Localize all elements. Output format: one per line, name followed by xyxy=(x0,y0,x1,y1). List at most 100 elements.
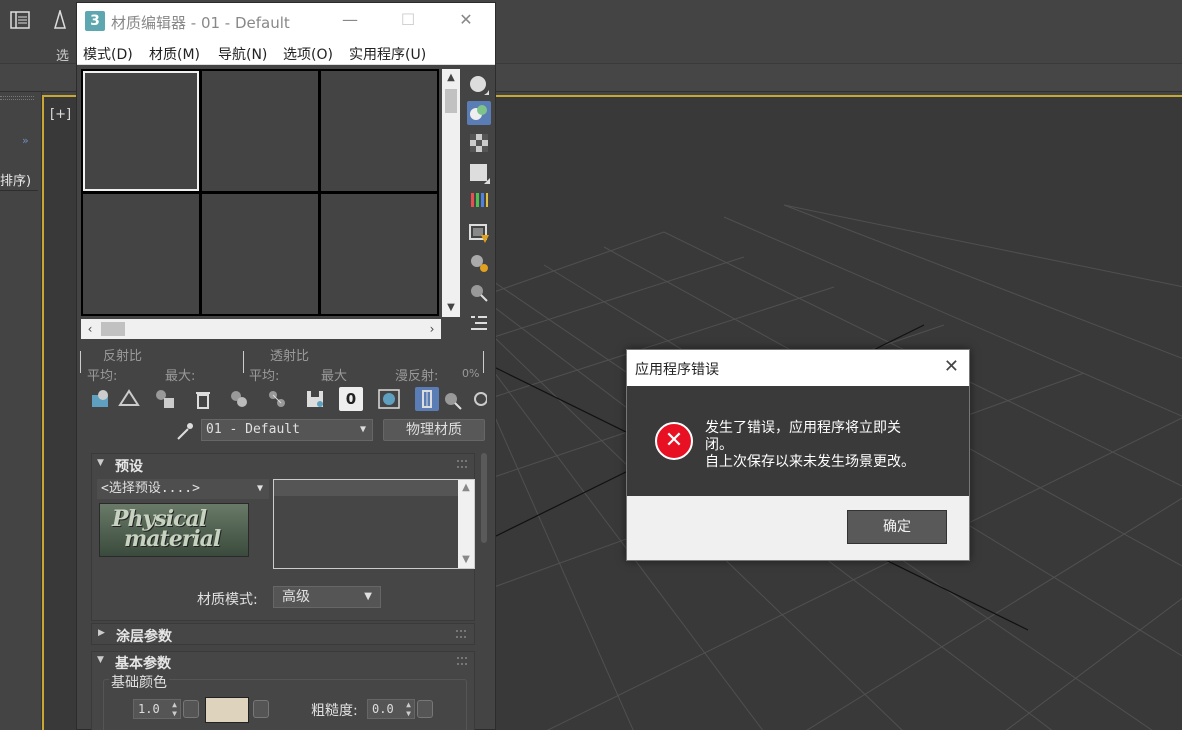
scroll-up-icon[interactable]: ▲ xyxy=(458,480,474,496)
material-name-dropdown[interactable]: 01 - Default ▼ xyxy=(201,419,373,441)
rollout-grip-icon[interactable] xyxy=(457,657,467,665)
reflectance-stats: 反射比 透射比 平均: 最大: 平均: 最大 漫反射: 0% xyxy=(77,345,495,385)
go-to-parent-icon[interactable] xyxy=(441,387,465,411)
sample-slot-5[interactable] xyxy=(202,194,318,314)
sample-slot-6[interactable] xyxy=(321,194,437,314)
get-material-icon[interactable] xyxy=(89,387,113,411)
material-id-channel-button[interactable]: 0 xyxy=(339,387,363,411)
menu-options[interactable]: 选项(O) xyxy=(283,44,333,64)
menu-mode[interactable]: 模式(D) xyxy=(83,44,133,64)
scroll-thumb[interactable] xyxy=(481,453,487,543)
make-unique-icon[interactable] xyxy=(265,387,289,411)
spinner-arrows-icon[interactable]: ▲ ▼ xyxy=(172,700,177,718)
put-to-library-icon[interactable] xyxy=(303,387,327,411)
scroll-thumb[interactable] xyxy=(445,89,457,113)
base-color-swatch[interactable] xyxy=(205,697,249,723)
material-name-value: 01 - Default xyxy=(206,422,300,437)
scene-explorer-icon[interactable] xyxy=(10,10,30,30)
rollout-grip-icon[interactable] xyxy=(456,630,466,638)
material-map-navigator-icon[interactable] xyxy=(467,311,491,335)
sample-slot-2[interactable] xyxy=(202,71,318,191)
sample-type-sphere-icon[interactable] xyxy=(467,73,491,97)
scroll-up-icon[interactable]: ▲ xyxy=(442,69,460,87)
assign-material-icon[interactable] xyxy=(153,387,177,411)
show-shaded-material-icon[interactable] xyxy=(377,387,401,411)
show-end-result-icon[interactable] xyxy=(415,387,439,411)
select-by-material-icon[interactable] xyxy=(467,281,491,305)
spinner-arrows-icon[interactable]: ▲ ▼ xyxy=(406,700,411,718)
sample-slot-1[interactable] xyxy=(83,71,199,191)
go-forward-to-sibling-icon[interactable] xyxy=(469,387,487,411)
scroll-right-icon[interactable]: › xyxy=(423,319,441,339)
coating-rollout-title: 涂层参数 xyxy=(116,629,172,645)
preset-list-scrollbar[interactable]: ▲ ▼ xyxy=(458,480,474,568)
basic-params-rollout-header[interactable]: ▼ 基本参数 xyxy=(91,651,475,673)
divider xyxy=(80,351,81,373)
slots-vertical-scrollbar[interactable]: ▲ ▼ xyxy=(442,69,460,317)
sample-uv-tiling-icon[interactable] xyxy=(467,161,491,185)
menu-utilities[interactable]: 实用程序(U) xyxy=(349,44,426,64)
minimize-button[interactable]: — xyxy=(335,9,365,33)
presets-rollout-title: 预设 xyxy=(115,459,143,475)
maximize-button[interactable]: ☐ xyxy=(393,9,423,33)
backlight-icon[interactable] xyxy=(467,101,491,125)
reflect-label: 反射比 xyxy=(103,349,143,364)
preset-listbox[interactable]: ▲ ▼ xyxy=(273,479,475,569)
scroll-left-icon[interactable]: ‹ xyxy=(81,319,99,339)
material-mode-dropdown[interactable]: 高级 ▼ xyxy=(273,586,381,608)
put-material-to-scene-icon[interactable] xyxy=(117,387,141,411)
max-label: 最大 xyxy=(321,369,348,384)
material-editor-titlebar[interactable]: 3 材质编辑器 - 01 - Default — ☐ ✕ xyxy=(77,3,495,39)
close-button[interactable]: ✕ xyxy=(451,9,481,33)
collapse-triangle-icon: ▼ xyxy=(97,655,104,665)
video-color-check-icon[interactable] xyxy=(467,189,491,213)
material-editor-toolbar: 0 xyxy=(85,387,495,413)
menu-navigation[interactable]: 导航(N) xyxy=(218,44,267,64)
rollout-grip-icon[interactable] xyxy=(457,460,467,468)
error-dialog-titlebar[interactable]: 应用程序错误 ✕ xyxy=(627,350,969,386)
preset-select-value: <选择预设....> xyxy=(101,481,200,496)
error-dialog-body: ✕ 发生了错误，应用程序将立即关 闭。 自上次保存以来未发生场景更改。 xyxy=(627,386,969,496)
roughness-map-button[interactable] xyxy=(417,700,433,718)
sample-slot-3[interactable] xyxy=(321,71,437,191)
material-type-button[interactable]: 物理材质 xyxy=(383,419,485,441)
main-menu-item-partial[interactable]: 选 xyxy=(56,45,69,64)
preset-select-dropdown[interactable]: <选择预设....> ▼ xyxy=(97,479,269,499)
sort-column-label[interactable]: 排序) xyxy=(0,170,31,189)
scroll-down-icon[interactable]: ▼ xyxy=(442,299,460,317)
base-weight-map-button[interactable] xyxy=(183,700,199,718)
error-message-line: 发生了错误，应用程序将立即关 xyxy=(705,420,901,436)
copy-material-icon[interactable] xyxy=(227,387,251,411)
viewport-label[interactable]: [+] xyxy=(50,107,71,122)
rollout-scrollbar[interactable] xyxy=(479,453,489,730)
expand-arrows-icon[interactable]: » xyxy=(22,134,29,147)
list-item[interactable] xyxy=(274,480,458,496)
make-preview-icon[interactable] xyxy=(467,221,491,245)
close-icon[interactable]: ✕ xyxy=(944,356,959,377)
roughness-spinner[interactable]: 0.0 ▲ ▼ xyxy=(367,699,415,719)
layer-icon[interactable] xyxy=(50,10,70,30)
background-checker-icon[interactable] xyxy=(467,131,491,155)
material-editor-menubar: 模式(D) 材质(M) 导航(N) 选项(O) 实用程序(U) xyxy=(77,39,495,65)
base-weight-spinner[interactable]: 1.0 ▲ ▼ xyxy=(133,699,181,719)
material-mode-value: 高级 xyxy=(282,589,310,605)
max-label: 最大: xyxy=(165,369,196,384)
reset-map-trash-icon[interactable] xyxy=(191,387,215,411)
base-color-map-button[interactable] xyxy=(253,700,269,718)
error-message: 发生了错误，应用程序将立即关 闭。 自上次保存以来未发生场景更改。 xyxy=(705,420,945,471)
sample-type-toolbar xyxy=(467,73,491,343)
error-message-line: 自上次保存以来未发生场景更改。 xyxy=(705,454,915,470)
scroll-down-icon[interactable]: ▼ xyxy=(458,552,474,568)
ok-button[interactable]: 确定 xyxy=(847,510,947,544)
options-icon[interactable] xyxy=(467,251,491,275)
sample-slot-4[interactable] xyxy=(83,194,199,314)
coating-rollout-header[interactable]: ▶ 涂层参数 xyxy=(91,623,475,645)
presets-rollout-header[interactable]: ▼ 预设 xyxy=(91,454,475,476)
panel-grip[interactable] xyxy=(0,96,34,100)
collapse-triangle-icon: ▼ xyxy=(97,458,104,468)
avg-label: 平均: xyxy=(249,369,280,384)
scroll-thumb[interactable] xyxy=(101,322,125,336)
menu-material[interactable]: 材质(M) xyxy=(149,44,200,64)
eyedropper-icon[interactable] xyxy=(175,421,195,441)
slots-horizontal-scrollbar[interactable]: ‹ › xyxy=(81,319,441,339)
